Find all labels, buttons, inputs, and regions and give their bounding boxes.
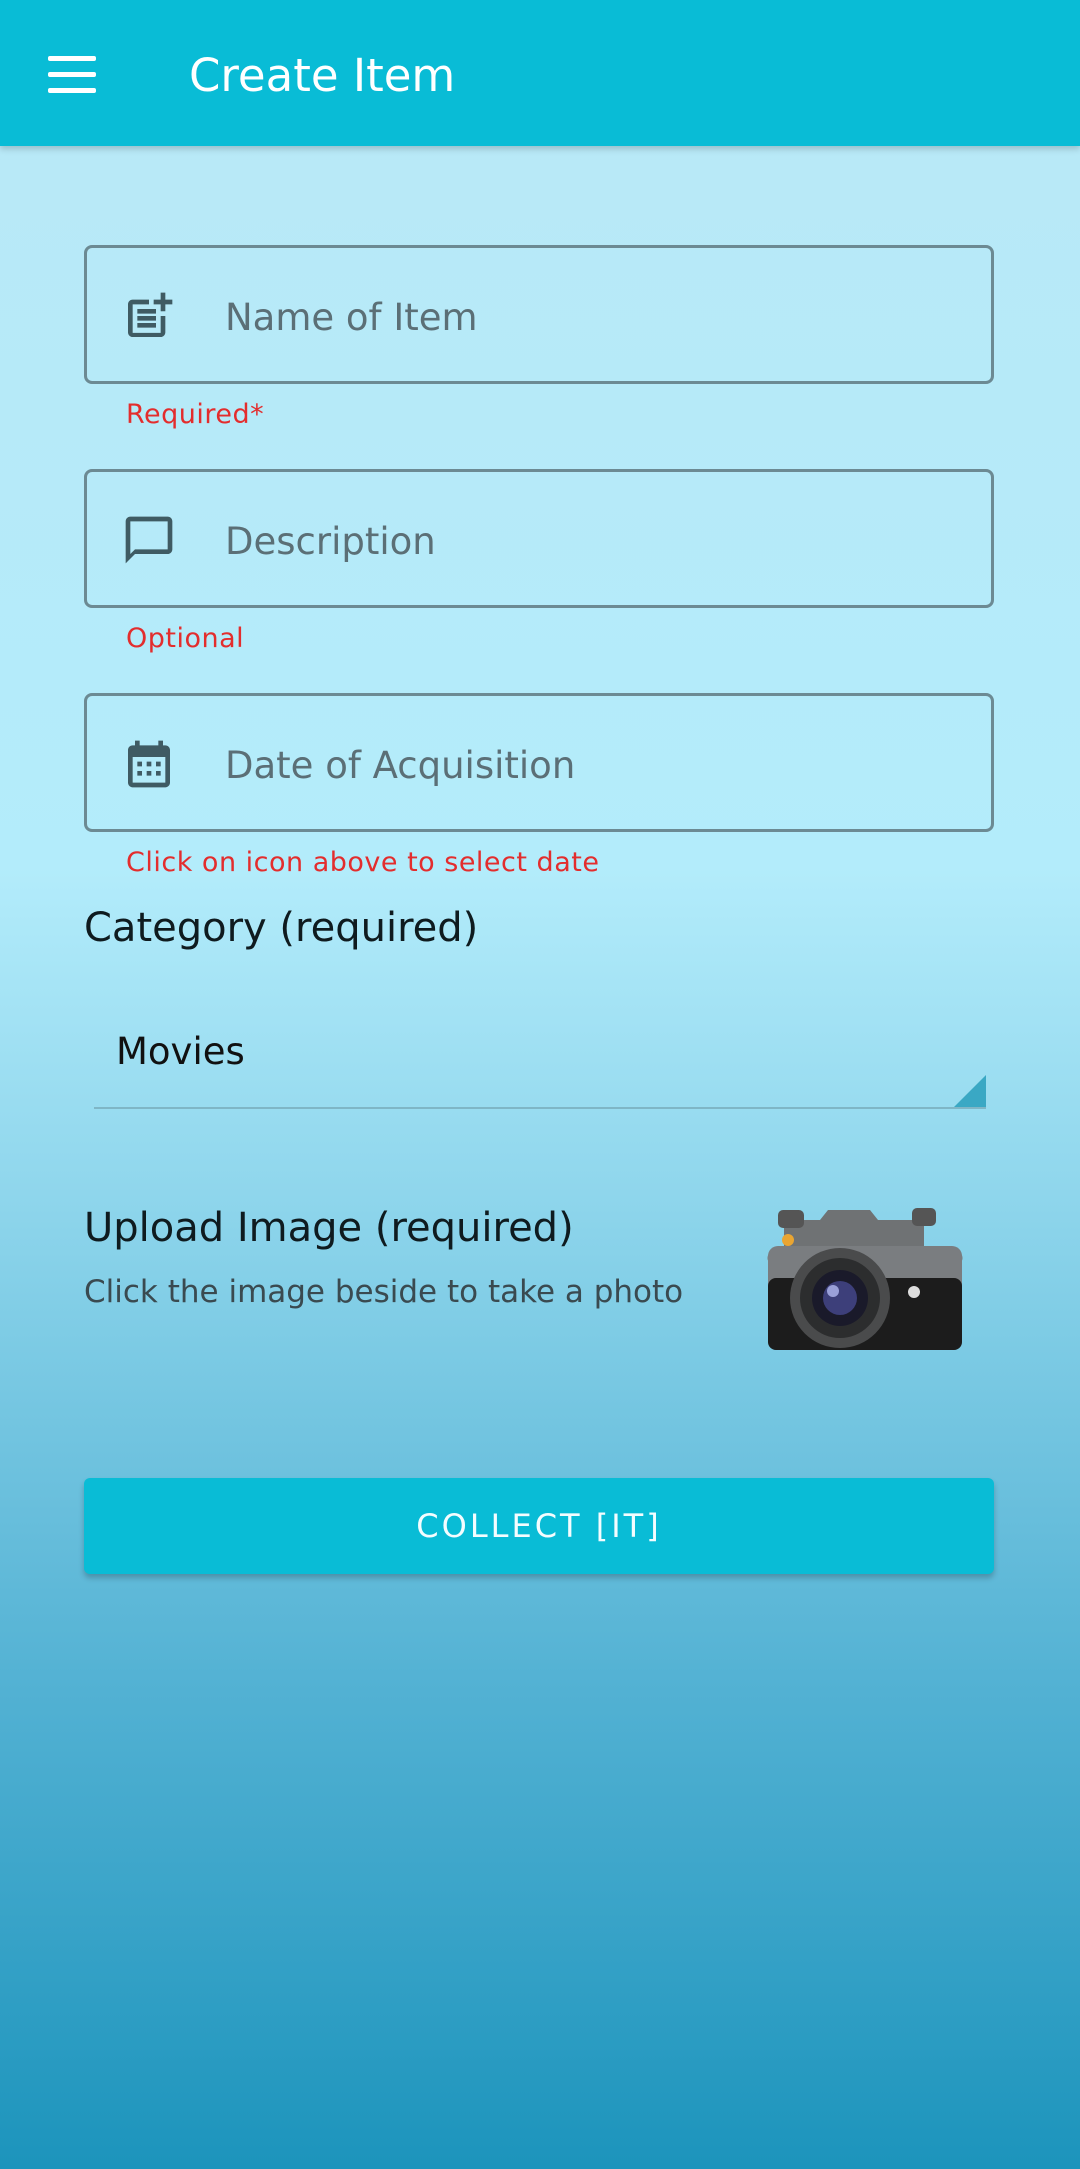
category-selected-value: Movies <box>116 1030 245 1073</box>
name-field[interactable] <box>84 245 994 384</box>
camera-icon[interactable] <box>760 1200 970 1360</box>
dropdown-arrow-icon <box>954 1075 986 1107</box>
upload-hint: Click the image beside to take a photo <box>84 1274 684 1310</box>
date-field[interactable] <box>84 693 994 832</box>
date-input[interactable] <box>223 726 967 804</box>
collect-button[interactable]: COLLECT [IT] <box>84 1478 994 1574</box>
description-input[interactable] <box>223 502 967 580</box>
upload-title: Upload Image (required) <box>84 1205 574 1251</box>
date-helper-text: Click on icon above to select date <box>126 847 600 878</box>
page-title: Create Item <box>189 49 456 102</box>
post-add-icon <box>128 292 173 337</box>
name-helper-text: Required* <box>126 399 265 430</box>
name-input[interactable] <box>223 278 967 356</box>
comment-icon <box>125 516 173 564</box>
description-helper-text: Optional <box>126 623 245 654</box>
category-label: Category (required) <box>84 905 479 951</box>
calendar-icon[interactable] <box>121 736 177 792</box>
app-bar: Create Item <box>0 0 1080 146</box>
menu-icon[interactable] <box>40 45 106 105</box>
description-field[interactable] <box>84 469 994 608</box>
category-select[interactable]: Movies <box>94 1012 986 1109</box>
